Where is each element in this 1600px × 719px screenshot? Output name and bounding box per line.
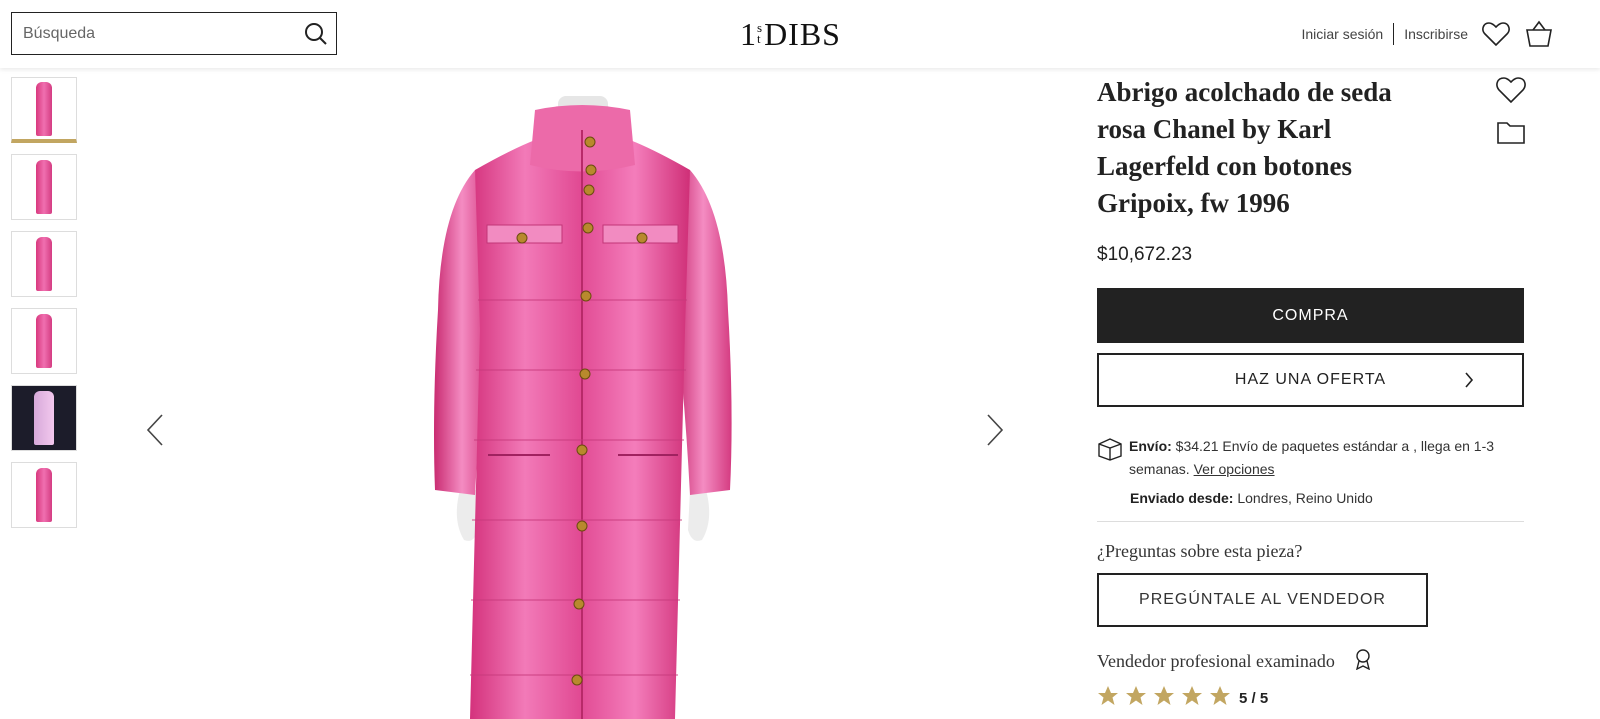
header-actions: Iniciar sesión Inscribirse bbox=[1302, 18, 1555, 50]
product-title: Abrigo acolchado de seda rosa Chanel by … bbox=[1097, 77, 1392, 218]
search-input[interactable] bbox=[12, 13, 296, 54]
ask-seller-button[interactable]: PREGÚNTALE AL VENDEDOR bbox=[1097, 573, 1428, 627]
header-divider bbox=[1393, 23, 1395, 45]
shipping-label: Envío: bbox=[1129, 438, 1172, 454]
buy-button[interactable]: COMPRA bbox=[1097, 288, 1524, 343]
shipping-details: $34.21 Envío de paquetes estándar a , ll… bbox=[1129, 438, 1495, 477]
search-bar bbox=[11, 12, 337, 55]
thumbnail-1[interactable] bbox=[11, 77, 77, 143]
make-offer-button[interactable]: HAZ UNA OFERTA bbox=[1097, 353, 1524, 407]
make-offer-label: HAZ UNA OFERTA bbox=[1234, 371, 1387, 388]
star-icon bbox=[1097, 685, 1119, 711]
heart-icon[interactable] bbox=[1496, 76, 1526, 109]
thumbnail-4[interactable] bbox=[11, 308, 77, 374]
thumbnail-image bbox=[34, 391, 54, 445]
shipped-from-label: Enviado desde: bbox=[1130, 490, 1234, 506]
shipping-options-link[interactable]: Ver opciones bbox=[1194, 461, 1275, 477]
product-actions bbox=[1495, 76, 1527, 160]
thumbnail-list bbox=[11, 77, 77, 539]
search-icon[interactable] bbox=[296, 14, 336, 54]
thumbnail-image bbox=[36, 160, 52, 214]
thumbnail-image bbox=[36, 237, 52, 291]
questions-heading: ¿Preguntas sobre esta pieza? bbox=[1097, 541, 1303, 561]
site-header: 1 s t DIBS Iniciar sesión Inscribirse bbox=[0, 0, 1600, 68]
box-icon bbox=[1097, 435, 1129, 481]
chevron-right-icon[interactable] bbox=[980, 410, 1010, 450]
vetted-seller: Vendedor profesional examinado bbox=[1097, 648, 1527, 675]
shopping-bag-icon[interactable] bbox=[1524, 20, 1554, 48]
main-product-image[interactable] bbox=[130, 70, 1035, 719]
seller-rating[interactable]: 5 / 5 bbox=[1097, 685, 1527, 711]
heart-icon[interactable] bbox=[1482, 21, 1510, 47]
vetted-seller-label: Vendedor profesional examinado bbox=[1097, 651, 1335, 671]
logo-superscript: s t bbox=[757, 21, 763, 46]
login-link[interactable]: Iniciar sesión bbox=[1302, 26, 1384, 42]
thumbnail-5[interactable] bbox=[11, 385, 77, 451]
site-logo[interactable]: 1 s t DIBS bbox=[740, 16, 841, 52]
thumbnail-2[interactable] bbox=[11, 154, 77, 220]
star-icon bbox=[1153, 685, 1175, 711]
star-icon bbox=[1181, 685, 1203, 711]
buy-button-label: COMPRA bbox=[1272, 306, 1349, 324]
thumbnail-6[interactable] bbox=[11, 462, 77, 528]
signup-link[interactable]: Inscribirse bbox=[1404, 26, 1468, 42]
product-price: $10,672.23 bbox=[1097, 244, 1193, 265]
rating-text: 5 / 5 bbox=[1239, 689, 1269, 707]
ask-seller-label: PREGÚNTALE AL VENDEDOR bbox=[1139, 591, 1386, 608]
logo-sup-t: t bbox=[757, 31, 762, 46]
thumbnail-3[interactable] bbox=[11, 231, 77, 297]
logo-text: DIBS bbox=[764, 16, 841, 52]
shipped-from: Enviado desde: Londres, Reino Unido bbox=[1130, 490, 1527, 506]
product-panel: Abrigo acolchado de seda rosa Chanel by … bbox=[1097, 70, 1527, 711]
thumbnail-image bbox=[36, 81, 52, 136]
chevron-right-icon bbox=[1464, 371, 1474, 394]
logo-number: 1 bbox=[740, 16, 757, 52]
shipping-text: Envío: $34.21 Envío de paquetes estándar… bbox=[1129, 435, 1527, 481]
thumbnail-image bbox=[36, 468, 52, 522]
divider bbox=[1097, 521, 1524, 522]
shipping-info: Envío: $34.21 Envío de paquetes estándar… bbox=[1097, 435, 1527, 481]
coat-illustration bbox=[434, 96, 732, 719]
chevron-left-icon[interactable] bbox=[140, 410, 170, 450]
shipped-from-value: Londres, Reino Unido bbox=[1233, 490, 1373, 506]
star-icon bbox=[1125, 685, 1147, 711]
thumbnail-image bbox=[36, 314, 52, 368]
folder-icon[interactable] bbox=[1496, 119, 1526, 150]
star-icon bbox=[1209, 685, 1231, 711]
award-icon[interactable] bbox=[1353, 648, 1373, 675]
